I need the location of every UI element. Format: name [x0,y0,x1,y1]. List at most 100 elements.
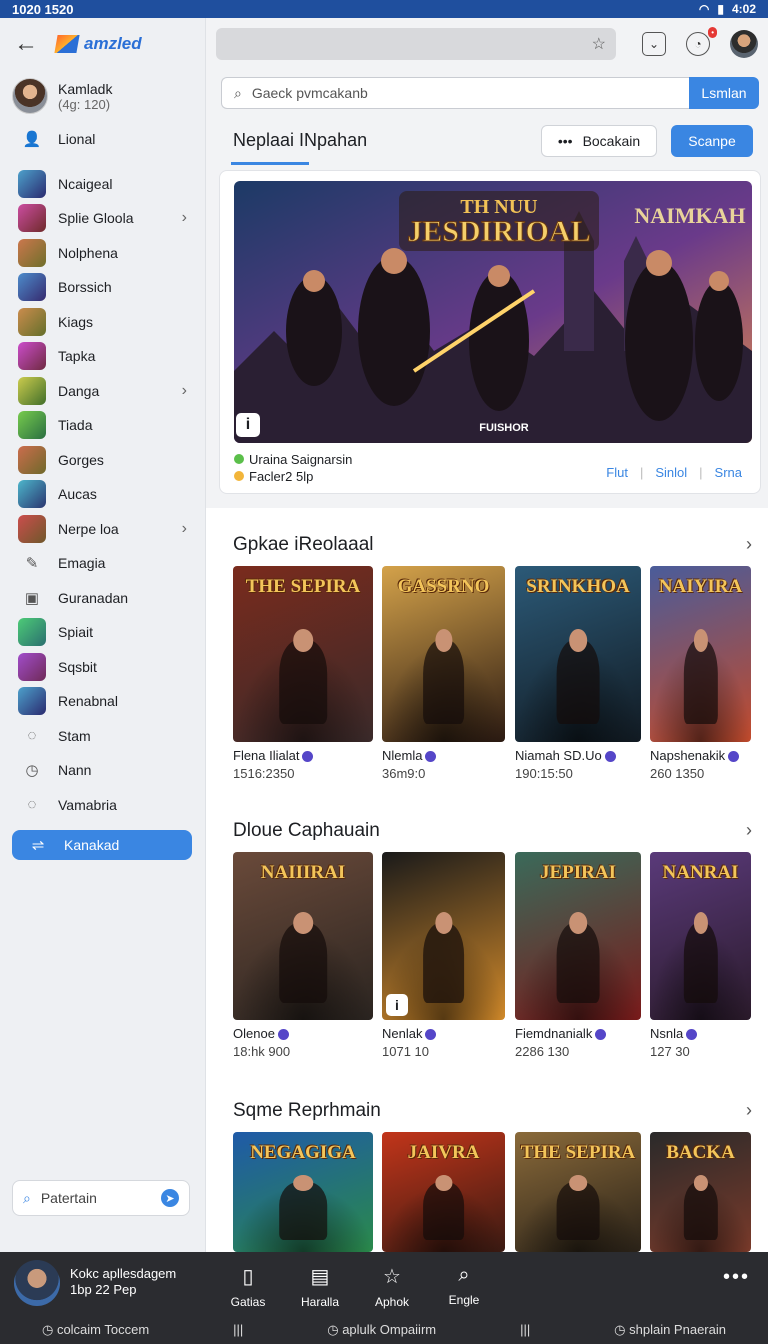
character-face [569,629,587,653]
game-card[interactable]: THE SEPIRA [515,1132,641,1252]
sidebar-item[interactable]: ◷ Nann [0,753,205,788]
more-icon[interactable]: ••• [723,1266,750,1289]
game-thumbnail[interactable]: THE SEPIRA [515,1132,641,1252]
search-input[interactable]: ⌕ Gaeck pvmcakanb [221,77,689,109]
divider-icon: ||| [520,1322,531,1337]
sidebar-item[interactable]: ◌ Vamabria [0,788,205,823]
search-icon: ⌕ [234,84,242,101]
sidebar-item[interactable]: Splie Gloola › [0,201,205,236]
nav-library[interactable]: ▤ Haralla [298,1264,342,1309]
game-card[interactable]: i Nenlak 1071 10 [382,852,505,1059]
game-card[interactable]: GASSRNO Nlemla 36m9:0 [382,566,505,781]
game-thumbnail[interactable]: JAIVRA [382,1132,505,1252]
sidebar-item[interactable]: Nolphena [0,236,205,271]
sidebar-item-active[interactable]: ⇌ Kanakad [12,830,192,860]
nav-games[interactable]: ▯ Gatias [226,1264,270,1309]
link-3[interactable]: Srna [715,465,742,480]
game-card[interactable]: JAIVRA [382,1132,505,1252]
sidebar-item[interactable]: ◌ Stam [0,719,205,754]
filter-icon[interactable]: ⌄ [642,32,666,56]
sidebar-item-label: Borssich [58,279,112,296]
notification-icon[interactable]: ◔ • [686,27,717,56]
game-thumbnail[interactable]: NAIIIRAI [233,852,373,1020]
search-button[interactable]: Lsmlan [689,77,759,109]
game-card[interactable]: NANRAI Nsnla 127 30 [650,852,751,1059]
game-icon [18,376,46,405]
sidebar-search[interactable]: ⌕ Patertain ➤ [12,1180,190,1216]
game-icon [18,342,46,371]
chevron-right-icon[interactable]: › [746,534,752,555]
game-thumbnail[interactable]: BACKA [650,1132,751,1252]
user-profile[interactable]: Kamladk (4g: 120) [0,70,205,122]
game-thumbnail[interactable]: GASSRNO [382,566,505,742]
sidebar-item[interactable]: Nerpe loa › [0,512,205,547]
character-silhouette [422,1182,465,1240]
chevron-right-icon[interactable]: › [746,820,752,841]
go-icon[interactable]: ➤ [161,1189,179,1207]
sidebar-item[interactable]: Borssich [0,270,205,305]
game-name: Nlemla [382,748,505,763]
game-card[interactable]: NEGAGIGA [233,1132,373,1252]
chevron-right-icon[interactable]: › [182,520,187,538]
address-bar[interactable]: ☆ [216,28,616,60]
sidebar-item-label: Renabnal [58,693,118,710]
person-icon: 👤 [22,131,42,149]
sidebar-item[interactable]: Kiags [0,305,205,340]
nav-search[interactable]: ⌕ Engle [442,1264,486,1309]
link-2[interactable]: Sinlol [655,465,687,480]
game-thumbnail[interactable]: NEGAGIGA [233,1132,373,1252]
game-icon [18,411,46,440]
game-card[interactable]: JEPIRAI Fiemdnanialk 2286 130 [515,852,641,1059]
star-icon[interactable]: ☆ [592,34,606,54]
game-thumbnail[interactable]: THE SEPIRA [233,566,373,742]
sidebar-item[interactable]: 👤 Lional [0,122,205,157]
sidebar-item[interactable]: Ncaigeal [0,167,205,202]
game-card[interactable]: BACKA [650,1132,751,1252]
now-playing-avatar[interactable] [14,1260,60,1306]
bottom-link-3[interactable]: ◷ shplain Pnaerain [614,1322,726,1338]
game-thumbnail[interactable]: SRINKHOA [515,566,641,742]
game-icon [18,273,46,302]
featured-meta: Uraina Saignarsin Facler2 5lp [234,451,352,485]
sidebar-item[interactable]: Renabnal [0,684,205,719]
game-card[interactable]: THE SEPIRA Flena Ilialat 1516:2350 [233,566,373,781]
chevron-right-icon[interactable]: › [182,382,187,400]
brand-logo[interactable]: amzled [54,34,142,54]
game-card[interactable]: NAIYIRA Napshenakik 260 1350 [650,566,751,781]
featured-card[interactable]: TH NUU JESDIRIOAL NAIMKAH FUISHOR i Urai… [219,170,761,494]
game-thumbnail[interactable]: i [382,852,505,1020]
sidebar-item[interactable]: Gorges [0,443,205,478]
sidebar-item-label: Kanakad [64,837,120,853]
info-icon[interactable]: i [386,994,408,1016]
chevron-right-icon[interactable]: › [746,1100,752,1121]
info-icon[interactable]: i [236,413,260,437]
featured-banner[interactable]: TH NUU JESDIRIOAL NAIMKAH FUISHOR [234,181,752,443]
link-1[interactable]: Flut [606,465,628,480]
game-thumbnail[interactable]: JEPIRAI [515,852,641,1020]
game-thumbnail[interactable]: NAIYIRA [650,566,751,742]
game-card[interactable]: SRINKHOA Niamah SD.Uo 190:15:50 [515,566,641,781]
nav-favorites[interactable]: ☆ Aphok [370,1264,414,1309]
sidebar-item[interactable]: Spiait [0,615,205,650]
back-arrow-icon[interactable]: ← [14,30,38,58]
sidebar-item[interactable]: Tapka [0,339,205,374]
game-thumbnail[interactable]: NANRAI [650,852,751,1020]
sidebar-item[interactable]: Danga › [0,374,205,409]
sidebar-item[interactable]: Tiada [0,408,205,443]
primary-button[interactable]: Scanpe [671,125,753,157]
account-avatar[interactable] [730,30,758,58]
sidebar-item[interactable]: ▣ Guranadan [0,581,205,616]
main-search: ⌕ Gaeck pvmcakanb Lsmlan [221,77,759,109]
sidebar-item[interactable]: Aucas [0,477,205,512]
status-time: 4:02 [731,2,756,16]
chevron-right-icon[interactable]: › [182,209,187,227]
game-card[interactable]: NAIIIRAI Olenoe 18:hk 900 [233,852,373,1059]
bottom-link-1[interactable]: ◷ colcaim Toccem [42,1322,149,1338]
banner-tag: FUISHOR [479,422,529,434]
more-button[interactable]: ••• Bocakain [541,125,657,157]
status-bar: 1020 1520 ◠ ▮ 4:02 [0,0,768,18]
bottom-links: ◷ colcaim Toccem ||| ◷ aplulk Ompaiirm |… [0,1322,768,1338]
bottom-link-2[interactable]: ◷ aplulk Ompaiirm [327,1322,436,1338]
sidebar-item[interactable]: Sqsbit [0,650,205,685]
sidebar-item[interactable]: ✎ Emagia [0,546,205,581]
